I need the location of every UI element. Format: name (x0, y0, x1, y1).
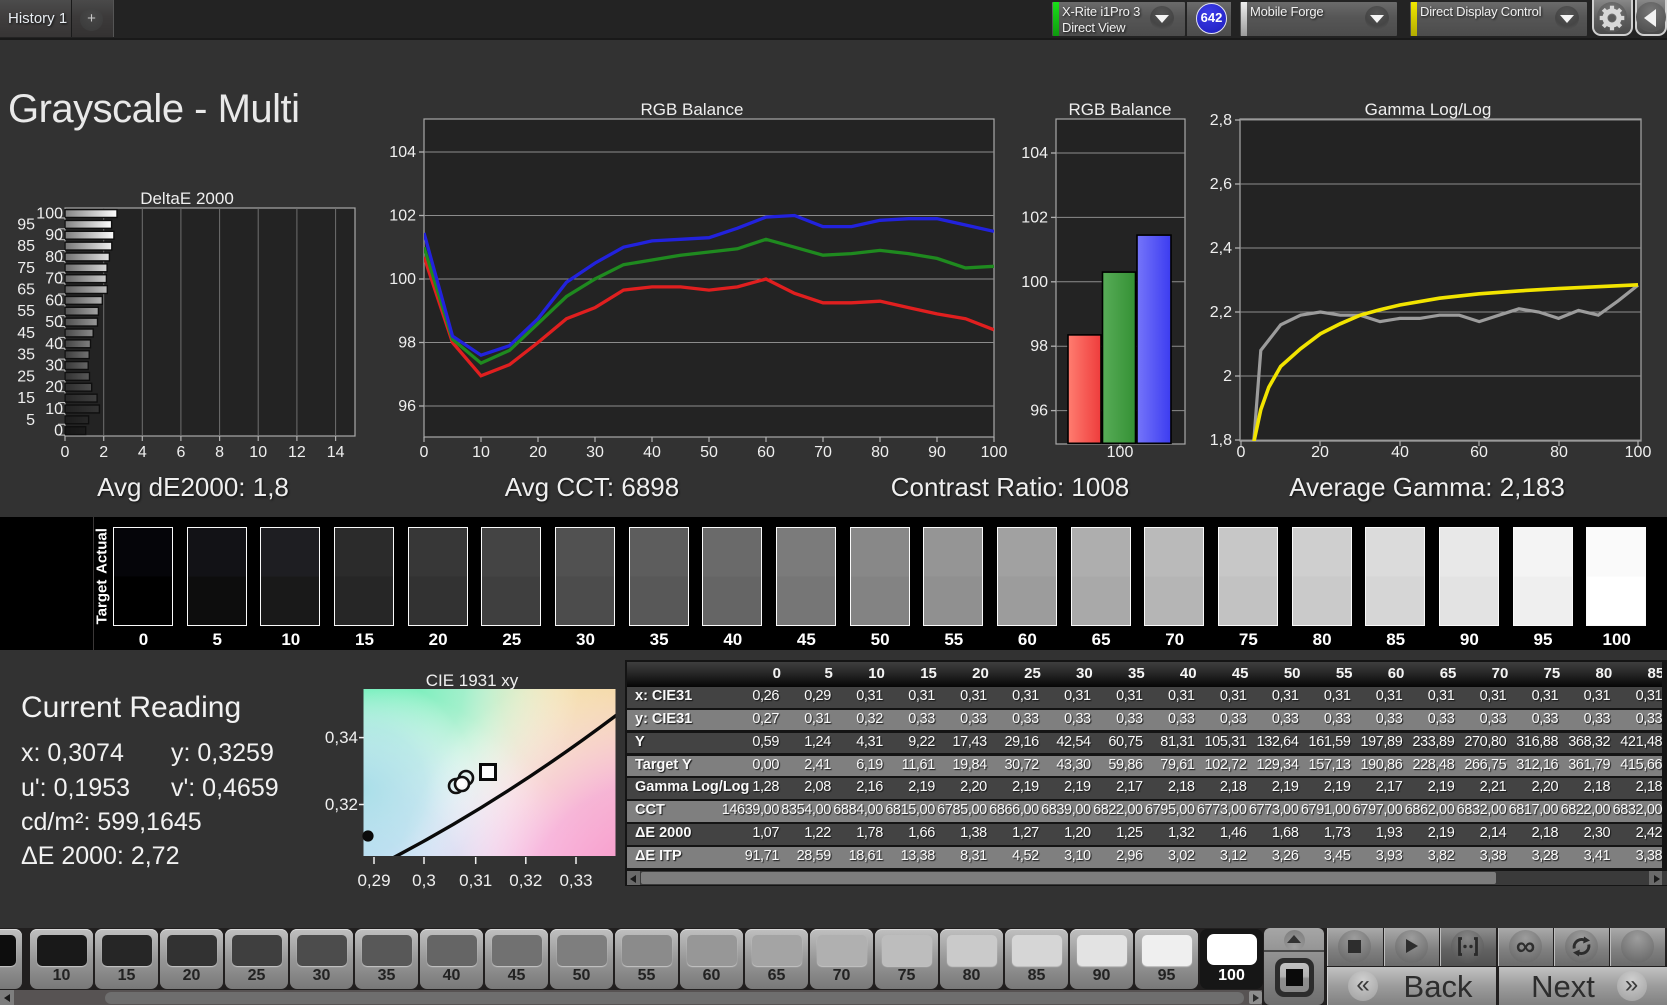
svg-text:104: 104 (389, 144, 416, 161)
svg-text:0,3: 0,3 (412, 871, 436, 890)
svg-text:60: 60 (1470, 444, 1488, 461)
svg-text:2,4: 2,4 (1210, 240, 1232, 257)
svg-text:0,29: 0,29 (357, 871, 390, 890)
svg-text:0,32: 0,32 (509, 871, 542, 890)
svg-text:0,31: 0,31 (459, 871, 492, 890)
svg-text:RGB Balance: RGB Balance (1069, 100, 1172, 119)
svg-text:0,32: 0,32 (325, 795, 358, 814)
svg-text:0: 0 (420, 444, 429, 461)
svg-text:14: 14 (327, 444, 345, 461)
svg-text:100: 100 (1021, 274, 1048, 291)
svg-text:96: 96 (1030, 403, 1048, 420)
svg-text:100: 100 (36, 206, 63, 223)
svg-text:40: 40 (45, 336, 63, 353)
svg-text:10: 10 (45, 401, 63, 418)
svg-text:30: 30 (586, 444, 604, 461)
svg-text:100: 100 (389, 271, 416, 288)
svg-text:10: 10 (249, 444, 267, 461)
svg-text:50: 50 (700, 444, 718, 461)
svg-text:60: 60 (757, 444, 775, 461)
svg-text:CIE 1931 xy: CIE 1931 xy (426, 671, 519, 690)
svg-text:98: 98 (398, 335, 416, 352)
svg-text:12: 12 (288, 444, 306, 461)
svg-text:1,8: 1,8 (1210, 432, 1232, 449)
svg-text:55: 55 (17, 303, 35, 320)
svg-text:90: 90 (45, 227, 63, 244)
svg-text:2,2: 2,2 (1210, 304, 1232, 321)
svg-text:45: 45 (17, 325, 35, 342)
svg-text:6: 6 (176, 444, 185, 461)
svg-text:20: 20 (1311, 444, 1329, 461)
svg-text:60: 60 (45, 292, 63, 309)
svg-text:2: 2 (1223, 368, 1232, 385)
svg-text:RGB Balance: RGB Balance (641, 100, 744, 119)
svg-text:85: 85 (17, 238, 35, 255)
svg-text:0: 0 (61, 444, 70, 461)
svg-text:98: 98 (1030, 338, 1048, 355)
svg-text:70: 70 (45, 271, 63, 288)
svg-text:0,34: 0,34 (325, 728, 358, 747)
svg-text:30: 30 (45, 358, 63, 375)
svg-text:104: 104 (1021, 145, 1048, 162)
svg-text:75: 75 (17, 260, 35, 277)
svg-text:20: 20 (45, 379, 63, 396)
svg-text:100: 100 (981, 444, 1008, 461)
svg-text:90: 90 (928, 444, 946, 461)
svg-text:20: 20 (529, 444, 547, 461)
svg-text:80: 80 (1550, 444, 1568, 461)
svg-text:0,33: 0,33 (559, 871, 592, 890)
svg-text:10: 10 (472, 444, 490, 461)
svg-text:96: 96 (398, 398, 416, 415)
svg-text:95: 95 (17, 216, 35, 233)
svg-text:65: 65 (17, 282, 35, 299)
svg-text:2: 2 (99, 444, 108, 461)
svg-text:100: 100 (1107, 444, 1134, 461)
svg-text:2,6: 2,6 (1210, 176, 1232, 193)
svg-text:25: 25 (17, 368, 35, 385)
svg-text:15: 15 (17, 390, 35, 407)
svg-text:4: 4 (138, 444, 147, 461)
svg-text:80: 80 (871, 444, 889, 461)
svg-text:102: 102 (1021, 209, 1048, 226)
svg-text:35: 35 (17, 347, 35, 364)
svg-text:70: 70 (814, 444, 832, 461)
svg-text:2,8: 2,8 (1210, 112, 1232, 129)
svg-text:40: 40 (643, 444, 661, 461)
svg-text:0: 0 (1237, 444, 1246, 461)
svg-text:80: 80 (45, 249, 63, 266)
svg-text:DeltaE 2000: DeltaE 2000 (140, 189, 234, 208)
svg-text:50: 50 (45, 314, 63, 331)
svg-text:0: 0 (54, 423, 63, 440)
svg-text:40: 40 (1391, 444, 1409, 461)
svg-text:102: 102 (389, 208, 416, 225)
svg-text:100: 100 (1625, 444, 1652, 461)
svg-text:Gamma Log/Log: Gamma Log/Log (1365, 100, 1492, 119)
svg-text:5: 5 (26, 412, 35, 429)
svg-text:8: 8 (215, 444, 224, 461)
